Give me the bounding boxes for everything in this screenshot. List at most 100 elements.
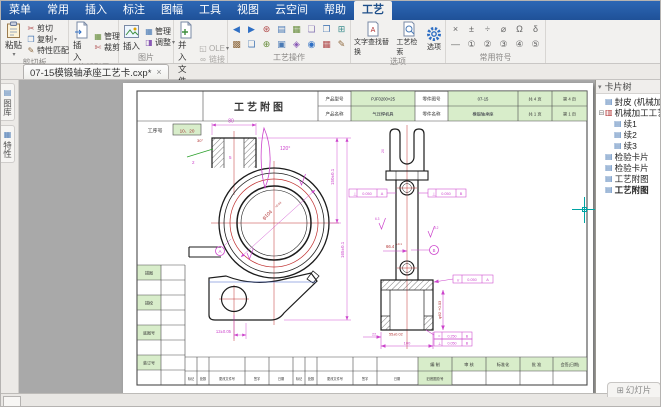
process-op-icon[interactable]: ⊞: [335, 23, 349, 36]
card-tree-item[interactable]: ▤ 续2: [596, 129, 660, 140]
card-tree-item[interactable]: ▤ 续3: [596, 140, 660, 151]
cut-button[interactable]: ✂剪切: [26, 24, 69, 34]
command-input[interactable]: [3, 396, 21, 407]
card-icon: ▤: [605, 152, 613, 161]
menu-item[interactable]: 帮助: [316, 1, 354, 20]
symbol-button[interactable]: —: [448, 38, 463, 51]
svg-text:工序号: 工序号: [147, 128, 162, 135]
collapse-panel-icon[interactable]: ▾: [598, 83, 602, 91]
side-panel-tab[interactable]: ▦ 特性: [1, 125, 15, 163]
svg-text:0.050: 0.050: [448, 342, 457, 346]
process-op-icon[interactable]: ◈: [290, 38, 304, 51]
menu-item[interactable]: 标注: [115, 1, 153, 20]
svg-text:审 核: 审 核: [464, 361, 474, 368]
symbol-button[interactable]: ④: [512, 38, 527, 51]
process-op-icon[interactable]: ✎: [335, 38, 349, 51]
menu-item[interactable]: 常用: [39, 1, 77, 20]
symbol-button[interactable]: ③: [496, 38, 511, 51]
side-panel-tab[interactable]: ▤ 图库: [1, 83, 15, 121]
link-button[interactable]: ∞链接: [198, 55, 229, 65]
chevron-down-icon: ▾: [12, 51, 15, 58]
slides-panel-tab[interactable]: ⊞ 幻灯片: [607, 382, 661, 397]
svg-text:80: 80: [228, 119, 234, 125]
symbol-button[interactable]: δ: [528, 23, 543, 36]
svg-text:产品名称: 产品名称: [326, 111, 344, 118]
symbol-button[interactable]: ⑤: [528, 38, 543, 51]
symbol-button[interactable]: ±: [464, 23, 479, 36]
svg-text:共 1 页: 共 1 页: [528, 111, 541, 118]
svg-text:A: A: [371, 27, 376, 34]
symbol-button[interactable]: ⌀: [496, 23, 511, 36]
image-adjust-button[interactable]: ◨调整▾: [144, 38, 175, 48]
process-op-icon[interactable]: ⊕: [260, 38, 274, 51]
card-tree-item[interactable]: ▤ 检验卡片: [596, 151, 660, 162]
process-op-icon[interactable]: ▤: [275, 23, 289, 36]
image-manage-button[interactable]: ▦管理: [144, 27, 175, 37]
picture-icon: [123, 23, 140, 40]
menu-item[interactable]: 菜单: [1, 1, 39, 20]
match-properties-button[interactable]: ✎特性匹配: [26, 46, 69, 56]
brush-icon: ✎: [26, 46, 36, 55]
process-op-icon[interactable]: ▩: [230, 38, 244, 51]
panel-icon: ▦: [3, 130, 12, 139]
svg-text:30°: 30°: [197, 138, 203, 143]
svg-text:底图号: 底图号: [143, 330, 155, 336]
process-op-icon[interactable]: ▦: [290, 23, 304, 36]
document-tab[interactable]: 07-15模锻轴承座工艺卡.cxp* ×: [23, 64, 169, 79]
xref-manage-button[interactable]: ▦管理: [93, 32, 120, 42]
menu-item[interactable]: 插入: [77, 1, 115, 20]
svg-text:0.050: 0.050: [362, 192, 372, 196]
gear-icon: [426, 26, 442, 42]
paste-button[interactable]: 粘贴 ▾: [3, 21, 24, 58]
card-tree-item[interactable]: ▤ 工艺附图: [596, 173, 660, 184]
process-search-button[interactable]: 工艺检索: [395, 21, 423, 57]
menu-item[interactable]: 云空间: [267, 1, 316, 20]
svg-text:B: B: [466, 342, 469, 346]
merge-file-button[interactable]: 并入文件: [176, 21, 196, 87]
ole-button[interactable]: ◱OLE▾: [198, 44, 229, 54]
symbol-button[interactable]: Ω: [512, 23, 527, 36]
menu-item[interactable]: 视图: [229, 1, 267, 20]
process-op-icon[interactable]: ◀: [230, 23, 244, 36]
svg-text:B: B: [433, 248, 436, 253]
copy-button[interactable]: ❐复制▾: [26, 35, 69, 45]
card-tree-item[interactable]: ⊟ ▥ 机械加工工艺过程卡: [596, 107, 660, 118]
card-tree-item[interactable]: ▤ 工艺附图: [596, 184, 660, 195]
svg-text:55±0.02: 55±0.02: [389, 333, 403, 337]
card-tree-item[interactable]: ▤ 检验卡片: [596, 162, 660, 173]
menu-item[interactable]: 图幅: [153, 1, 191, 20]
process-op-icon[interactable]: ❐: [320, 23, 334, 36]
ribbon-group-xref: 插入 ▦管理 ✄裁剪 外部引用: [69, 20, 119, 63]
tab-close-icon[interactable]: ×: [156, 67, 161, 77]
scissors-icon: ✂: [26, 24, 36, 33]
tree-expand-icon[interactable]: ⊟: [598, 109, 605, 117]
find-replace-button[interactable]: A 文字查找替换: [353, 21, 393, 57]
image-insert-button[interactable]: 插入: [121, 23, 142, 52]
ribbon: 粘贴 ▾ ✂剪切 ❐复制▾ ✎特性匹配 剪切板: [1, 20, 660, 64]
drawing-canvas[interactable]: 工艺附图 产品型号 PJF0200×25 零件图号 07-15 共 4 页 第 …: [19, 80, 595, 393]
process-op-icon[interactable]: ❏: [245, 38, 259, 51]
xref-insert-button[interactable]: 插入: [71, 21, 91, 63]
svg-text:B: B: [466, 334, 469, 338]
process-op-icon[interactable]: ◉: [305, 38, 319, 51]
process-op-icon[interactable]: ⊛: [260, 23, 274, 36]
process-op-icon[interactable]: ❏: [305, 23, 319, 36]
symbol-button[interactable]: ②: [480, 38, 495, 51]
options-button[interactable]: 选项: [425, 26, 443, 52]
app-window: 菜单常用插入标注图幅工具视图云空间帮助工艺 粘贴 ▾ ✂剪切 ❐复制▾ ✎特性匹…: [0, 0, 661, 407]
menu-item[interactable]: 工艺: [354, 1, 392, 20]
process-op-icon[interactable]: ▶: [245, 23, 259, 36]
menu-item[interactable]: 工具: [191, 1, 229, 20]
process-op-icon[interactable]: ▦: [320, 38, 334, 51]
ole-icon: ◱: [198, 44, 208, 53]
card-tree-item[interactable]: ▤ 封皮 (机械加工): [596, 96, 660, 107]
symbol-button[interactable]: ×: [448, 23, 463, 36]
symbol-button[interactable]: ÷: [480, 23, 495, 36]
xref-clip-button[interactable]: ✄裁剪: [93, 43, 120, 53]
symbol-button[interactable]: ①: [464, 38, 479, 51]
card-icon: ▤: [605, 97, 613, 106]
card-tree-item[interactable]: ▤ 续1: [596, 118, 660, 129]
svg-text:⊥: ⊥: [432, 191, 436, 196]
svg-text:第 1 页: 第 1 页: [563, 111, 576, 118]
process-op-icon[interactable]: ▣: [275, 38, 289, 51]
